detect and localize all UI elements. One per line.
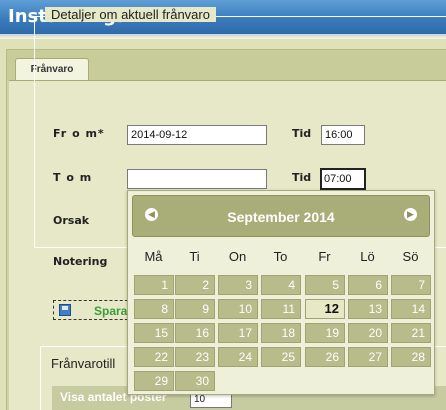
calendar-day[interactable]: 4 bbox=[261, 275, 301, 295]
weekday-header: Må bbox=[144, 249, 163, 264]
calendar-day[interactable]: 6 bbox=[348, 275, 388, 295]
to-time-label: Tid bbox=[292, 171, 312, 184]
note-label: Notering bbox=[53, 255, 108, 268]
calendar-day[interactable]: 23 bbox=[175, 347, 215, 367]
from-time-label: Tid bbox=[292, 127, 312, 140]
calendar-day[interactable]: 14 bbox=[391, 299, 431, 319]
calendar-day[interactable]: 12 bbox=[305, 299, 345, 319]
calendar-day[interactable]: 3 bbox=[218, 275, 258, 295]
calendar-day[interactable]: 2 bbox=[175, 275, 215, 295]
from-time-input[interactable] bbox=[321, 125, 365, 145]
calendar-day[interactable]: 15 bbox=[134, 323, 174, 343]
chevron-right-icon[interactable]: ▶ bbox=[404, 208, 417, 221]
to-date-input[interactable] bbox=[127, 169, 267, 189]
to-date-label: T o m bbox=[53, 171, 93, 184]
datepicker-popup: ◀ September 2014 ▶ Må Ti On To Fr Lö Sö 1 2 3 4 5 6 7… bbox=[127, 190, 435, 395]
details-legend: Detaljer om aktuell frånvaro bbox=[45, 7, 216, 22]
save-button-label: Spara bbox=[94, 304, 128, 318]
save-button[interactable]: Spara bbox=[53, 300, 133, 320]
calendar-day[interactable]: 24 bbox=[218, 347, 258, 367]
calendar-day[interactable]: 26 bbox=[305, 347, 345, 367]
floppy-disk-icon bbox=[59, 304, 71, 316]
calendar-day[interactable]: 16 bbox=[175, 323, 215, 343]
weekday-header: Lö bbox=[360, 249, 375, 264]
calendar-day[interactable]: 20 bbox=[348, 323, 388, 343]
reason-label: Orsak bbox=[53, 214, 90, 227]
calendar-day[interactable]: 22 bbox=[134, 347, 174, 367]
page-size-value: 10 bbox=[194, 394, 206, 405]
weekday-header: Ti bbox=[189, 249, 200, 264]
calendar-day[interactable]: 29 bbox=[134, 371, 174, 391]
weekday-header: Sö bbox=[402, 249, 419, 264]
calendar-day[interactable]: 30 bbox=[175, 371, 215, 391]
calendar-day[interactable]: 18 bbox=[261, 323, 301, 343]
calendar-day[interactable]: 7 bbox=[391, 275, 431, 295]
calendar-day[interactable]: 11 bbox=[261, 299, 301, 319]
weekday-header: To bbox=[273, 249, 288, 264]
datepicker-month-title: September 2014 bbox=[227, 209, 335, 225]
calendar-day[interactable]: 1 bbox=[134, 275, 174, 295]
calendar-day[interactable]: 25 bbox=[261, 347, 301, 367]
from-date-input[interactable] bbox=[127, 125, 267, 145]
weekday-header: On bbox=[228, 249, 247, 264]
calendar-day[interactable]: 28 bbox=[391, 347, 431, 367]
calendar-day[interactable]: 10 bbox=[218, 299, 258, 319]
calendar-day[interactable]: 19 bbox=[305, 323, 345, 343]
calendar-day[interactable]: 21 bbox=[391, 323, 431, 343]
calendar-day[interactable]: 13 bbox=[348, 299, 388, 319]
datepicker-header: ◀ September 2014 ▶ bbox=[132, 195, 430, 237]
weekday-header: Fr bbox=[318, 249, 331, 264]
calendar-day[interactable]: 27 bbox=[348, 347, 388, 367]
calendar-day[interactable]: 8 bbox=[134, 299, 174, 319]
absence-list-legend: Frånvarotill bbox=[46, 356, 121, 371]
calendar-day[interactable]: 9 bbox=[175, 299, 215, 319]
calendar-day[interactable]: 5 bbox=[305, 275, 345, 295]
to-time-input[interactable] bbox=[320, 168, 366, 190]
from-date-label: Fr o m* bbox=[53, 127, 105, 140]
calendar-day[interactable]: 17 bbox=[218, 323, 258, 343]
